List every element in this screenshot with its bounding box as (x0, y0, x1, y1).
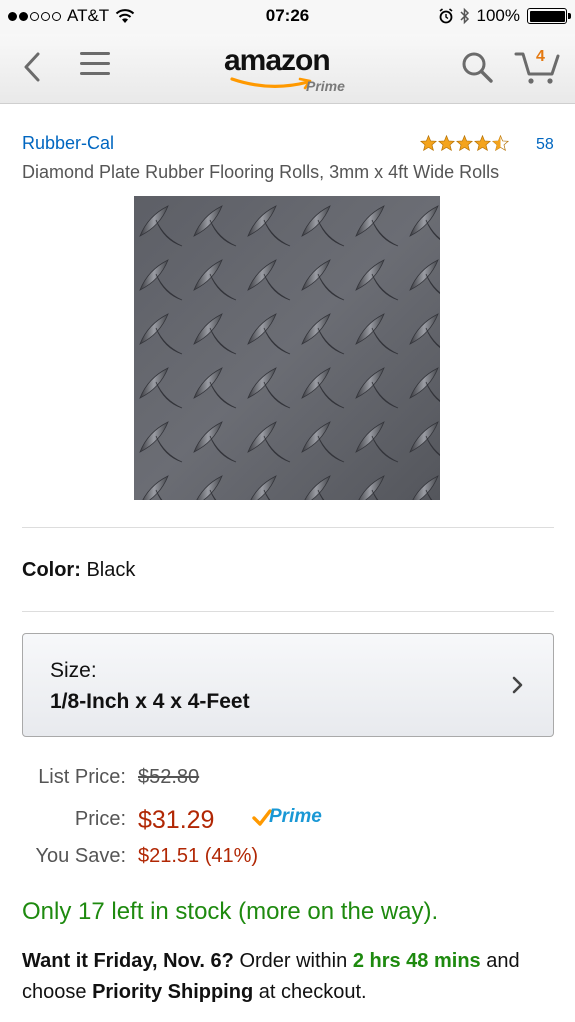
list-price-value: $52.80 (138, 766, 200, 788)
search-icon (462, 52, 493, 83)
battery-percent: 100% (476, 6, 520, 25)
product-image[interactable] (134, 196, 440, 500)
back-button[interactable] (20, 50, 44, 84)
logo-prime-text: Prime (306, 78, 345, 94)
alarm-icon (439, 8, 453, 24)
order-within-text: Order within (239, 950, 348, 972)
size-selector[interactable]: Size: 1/8-Inch x 4 x 4-Feet (22, 633, 554, 737)
logo-smile-icon (230, 77, 312, 90)
status-bar: AT&T 07:26 100% (0, 0, 575, 34)
size-value: 1/8-Inch x 4 x 4-Feet (50, 690, 250, 713)
prime-badge-text: Prime (269, 806, 322, 827)
brand-link[interactable]: Rubber-Cal (22, 133, 114, 154)
star-rating[interactable] (420, 135, 509, 151)
search-button[interactable] (460, 50, 494, 84)
price-label: Price: (74, 808, 126, 830)
divider (22, 527, 554, 528)
top-nav-bar: amazon Prime 4 (0, 34, 575, 104)
bluetooth-icon (459, 7, 469, 25)
divider (22, 611, 554, 612)
size-label: Size: (50, 659, 97, 682)
stock-status: Only 17 left in stock (more on the way). (22, 898, 439, 925)
menu-icon (80, 52, 110, 75)
amazon-prime-logo[interactable]: amazon Prime (224, 44, 354, 94)
list-price-label: List Price: (38, 766, 126, 788)
delivery-date: Want it Friday, Nov. 6? (22, 950, 234, 972)
star-full-icon (438, 135, 455, 151)
chevron-right-icon (512, 676, 523, 694)
color-value: Black (86, 559, 136, 581)
star-full-icon (420, 135, 437, 151)
cart-button[interactable]: 4 (514, 46, 562, 86)
color-label: Color: (22, 559, 81, 581)
status-right: 100% (439, 6, 571, 26)
price-value: $31.29 (138, 806, 215, 834)
review-count-link[interactable]: 58 (536, 136, 554, 154)
prime-badge: Prime (252, 806, 334, 830)
color-row: Color: Black (22, 559, 135, 582)
logo-wordmark: amazon (224, 44, 331, 77)
menu-button[interactable] (80, 52, 110, 78)
delivery-message: Want it Friday, Nov. 6? Order within 2 h… (22, 946, 562, 1008)
star-full-icon (456, 135, 473, 151)
at-checkout-text: at checkout. (258, 981, 367, 1003)
chevron-left-icon (24, 52, 40, 82)
star-half-icon (492, 135, 509, 151)
countdown-time: 2 hrs 48 mins (352, 950, 481, 972)
star-full-icon (474, 135, 491, 151)
you-save-label: You Save: (35, 845, 126, 867)
battery-icon (527, 8, 571, 24)
cart-count-badge: 4 (536, 48, 545, 65)
shipping-method: Priority Shipping (92, 981, 254, 1003)
product-title: Diamond Plate Rubber Flooring Rolls, 3mm… (22, 162, 500, 182)
you-save-value: $21.51 (41%) (138, 845, 259, 867)
